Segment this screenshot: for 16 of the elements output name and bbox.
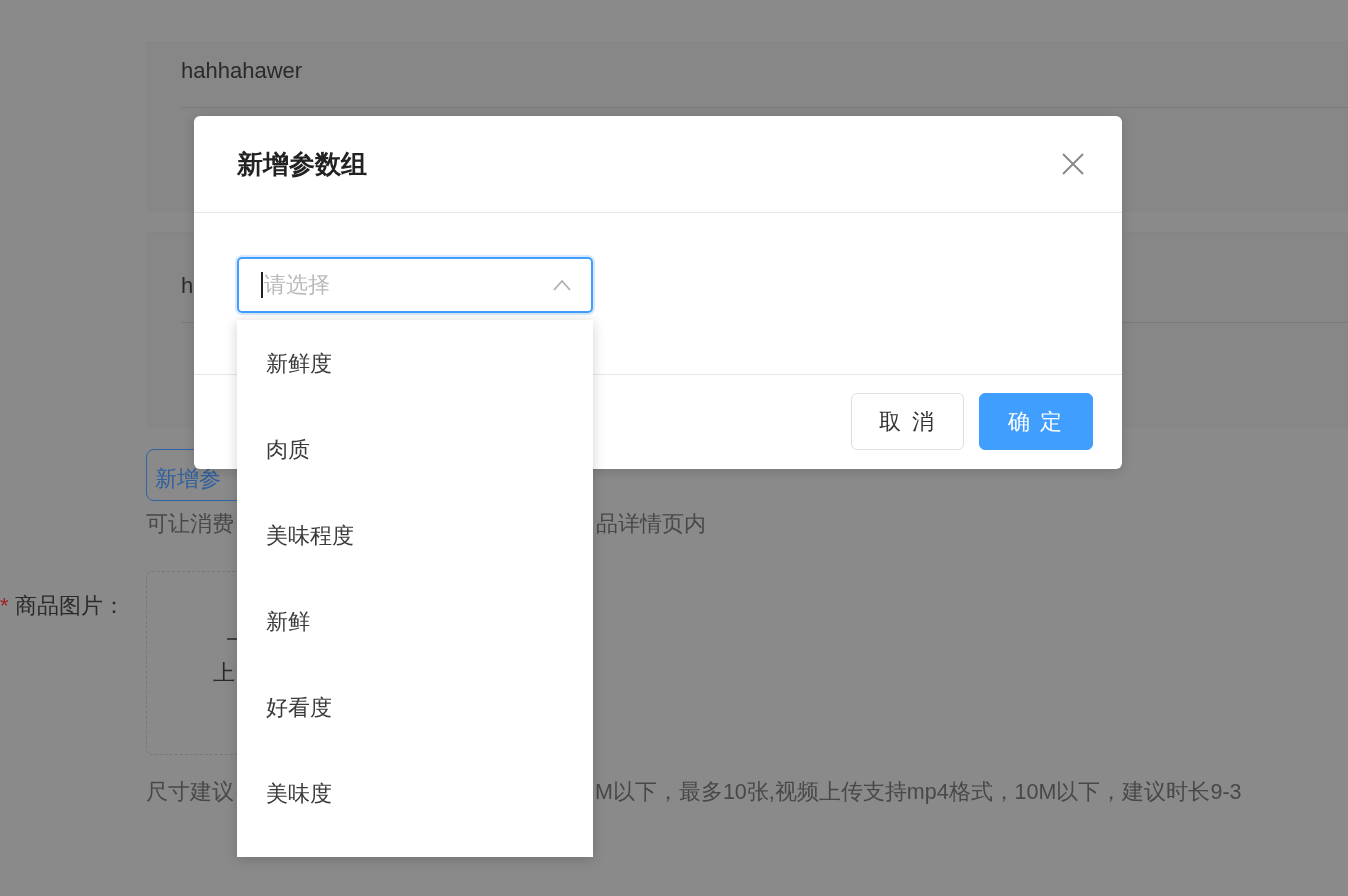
select-placeholder: 请选择 bbox=[263, 271, 331, 299]
dropdown-option[interactable]: 肉质 bbox=[237, 407, 593, 493]
dropdown-option[interactable]: 新鲜度 bbox=[237, 321, 593, 407]
param-name: hahhahawer bbox=[181, 57, 303, 85]
cancel-button[interactable]: 取 消 bbox=[851, 393, 964, 450]
hint-text: 可让消费 bbox=[146, 510, 234, 538]
hint-text: 品详情页内 bbox=[596, 510, 706, 538]
param-name: h bbox=[181, 272, 194, 300]
hint-text: 尺寸建议 bbox=[146, 779, 234, 806]
close-icon[interactable] bbox=[1062, 153, 1084, 175]
dialog-title: 新增参数组 bbox=[237, 147, 367, 181]
field-label: 商品图片： bbox=[14, 593, 125, 618]
upload-label: 上 bbox=[213, 659, 235, 687]
hint-text: M以下，最多10张,视频上传支持mp4格式，10M以下，建议时长9-3 bbox=[595, 779, 1242, 806]
text-cursor bbox=[261, 272, 263, 298]
required-mark: * bbox=[0, 593, 9, 618]
